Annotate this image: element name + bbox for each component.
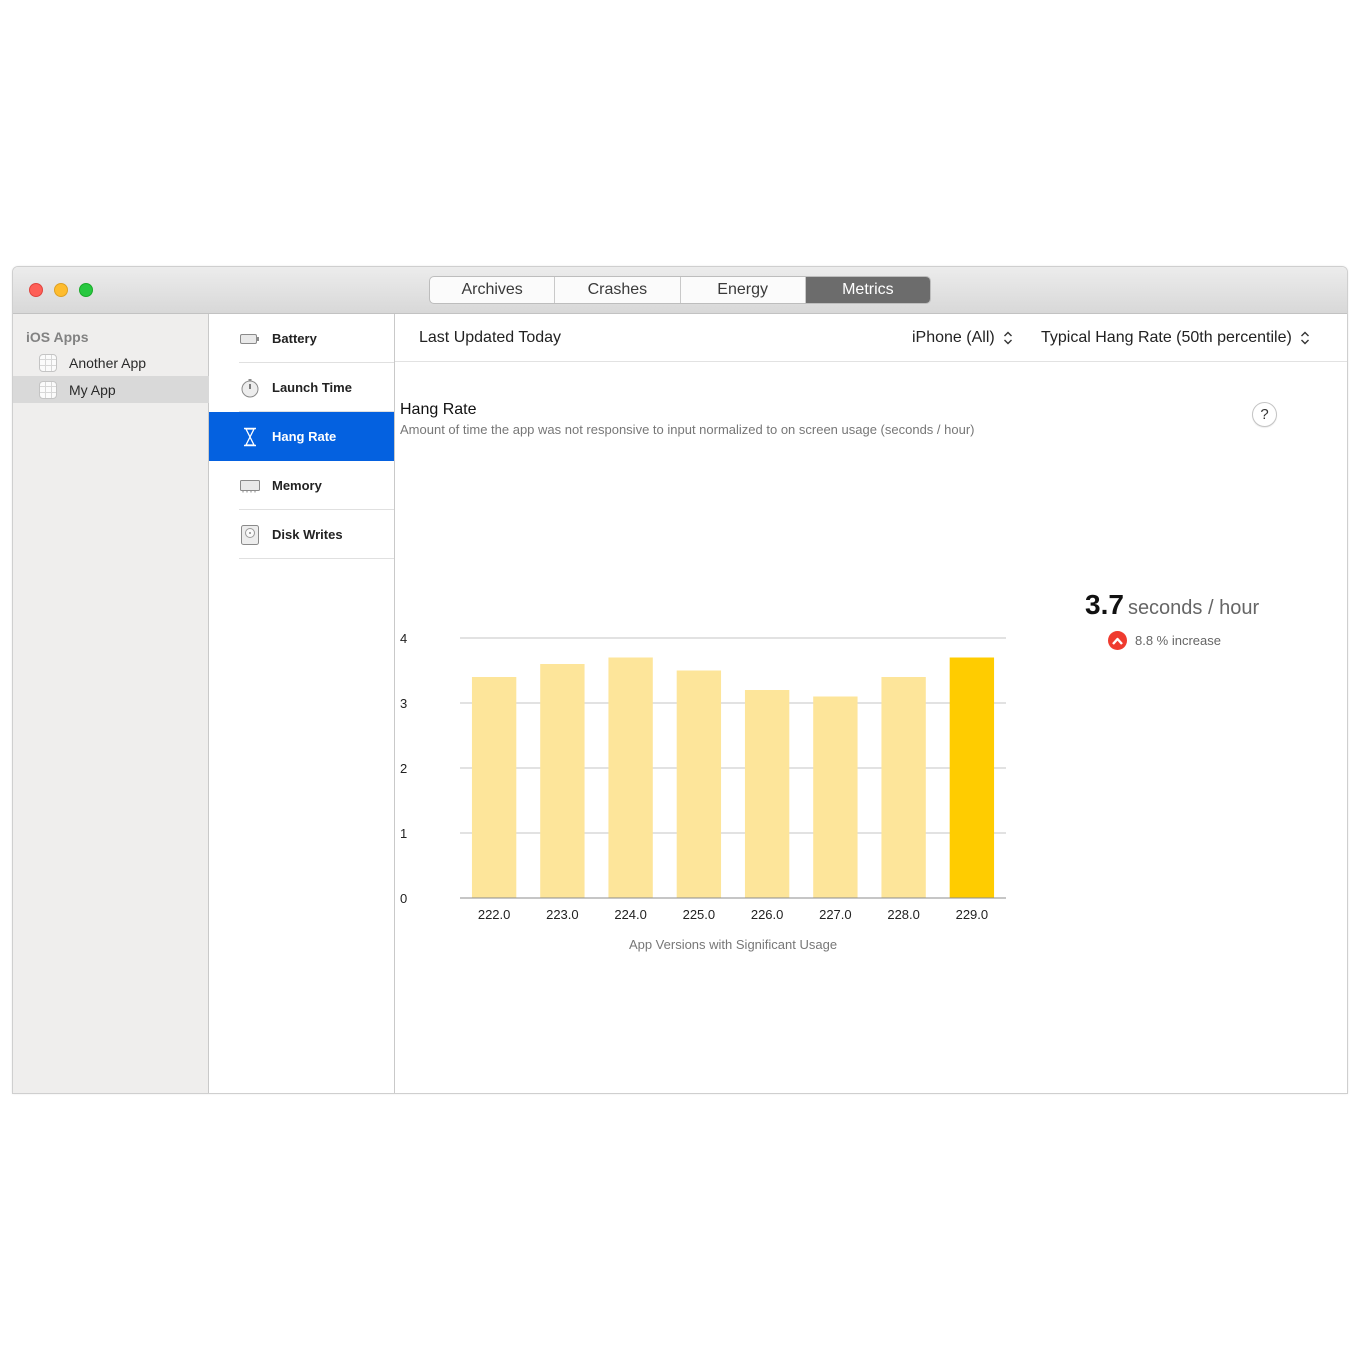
bar bbox=[744, 690, 790, 898]
summary-change: 8.8 % increase bbox=[1108, 631, 1221, 650]
metric-item-memory[interactable]: Memory bbox=[209, 461, 394, 510]
bar bbox=[881, 677, 926, 898]
summary-number: 3.7 bbox=[1085, 589, 1124, 620]
device-popup[interactable]: iPhone (All) bbox=[912, 329, 1013, 347]
tab-archives[interactable]: Archives bbox=[430, 277, 556, 303]
metric-detail-pane: Last Updated Today iPhone (All) Typical … bbox=[395, 314, 1347, 1093]
battery-icon bbox=[239, 328, 261, 350]
memory-chip-icon bbox=[239, 475, 261, 497]
metrics-list: Battery Launch Time Hang Rate Memory Dis… bbox=[209, 314, 395, 1093]
tab-crashes[interactable]: Crashes bbox=[555, 277, 681, 303]
sidebar-item-another-app[interactable]: Another App bbox=[13, 349, 209, 376]
sidebar-item-label: My App bbox=[69, 381, 116, 398]
app-grid-icon bbox=[39, 353, 57, 372]
tab-metrics[interactable]: Metrics bbox=[805, 277, 930, 303]
sidebar-item-label: Another App bbox=[69, 354, 147, 371]
metric-item-label: Disk Writes bbox=[272, 527, 343, 542]
metric-item-battery[interactable]: Battery bbox=[209, 314, 394, 363]
x-tick-label: 225.0 bbox=[683, 907, 716, 922]
hang-rate-bar-chart: 0 1 2 3 4 222.0 223.0 224.0 225.0 226.0 227.0 228.0… bbox=[400, 631, 1006, 952]
bar bbox=[471, 677, 517, 898]
bar bbox=[540, 664, 585, 898]
chevron-up-down-icon bbox=[1003, 331, 1012, 345]
stopwatch-icon bbox=[239, 377, 261, 399]
y-tick-label: 3 bbox=[400, 696, 407, 711]
x-axis-label: App Versions with Significant Usage bbox=[629, 937, 837, 952]
help-button[interactable]: ? bbox=[1252, 402, 1277, 427]
bar bbox=[813, 696, 858, 898]
detail-header: Last Updated Today iPhone (All) Typical … bbox=[395, 314, 1347, 362]
metric-item-hang-rate[interactable]: Hang Rate bbox=[209, 412, 394, 461]
zoom-window-button[interactable] bbox=[79, 283, 93, 297]
sidebar-heading: iOS Apps bbox=[26, 329, 89, 345]
bar bbox=[676, 670, 722, 898]
disk-icon bbox=[239, 524, 261, 546]
metric-item-label: Launch Time bbox=[272, 380, 352, 395]
y-tick-label: 2 bbox=[400, 761, 407, 776]
title-bar: Archives Crashes Energy Metrics bbox=[13, 267, 1347, 314]
y-tick-label: 0 bbox=[400, 891, 407, 906]
apps-sidebar: iOS Apps Another App My App bbox=[13, 314, 209, 1093]
metric-item-label: Memory bbox=[272, 478, 322, 493]
summary-change-text: 8.8 % increase bbox=[1135, 633, 1221, 648]
x-tick-label: 228.0 bbox=[887, 907, 920, 922]
metric-item-disk-writes[interactable]: Disk Writes bbox=[209, 510, 394, 559]
bar bbox=[949, 657, 995, 898]
chevron-up-down-icon bbox=[1300, 331, 1309, 345]
x-tick-label: 229.0 bbox=[956, 907, 989, 922]
minimize-window-button[interactable] bbox=[54, 283, 68, 297]
tab-energy[interactable]: Energy bbox=[681, 277, 806, 303]
metric-item-launch-time[interactable]: Launch Time bbox=[209, 363, 394, 412]
close-window-button[interactable] bbox=[29, 283, 43, 297]
y-tick-label: 1 bbox=[400, 826, 407, 841]
sidebar-item-my-app[interactable]: My App bbox=[13, 376, 209, 403]
organizer-window: Archives Crashes Energy Metrics iOS Apps… bbox=[12, 266, 1348, 1094]
percentile-popup[interactable]: Typical Hang Rate (50th percentile) bbox=[1041, 329, 1310, 347]
chart-section-subtitle: Amount of time the app was not responsiv… bbox=[400, 422, 975, 437]
section-tabs: Archives Crashes Energy Metrics bbox=[429, 276, 931, 304]
x-tick-label: 222.0 bbox=[478, 907, 511, 922]
summary-unit: seconds / hour bbox=[1127, 597, 1260, 619]
bar bbox=[608, 657, 653, 898]
last-updated-label: Last Updated Today bbox=[419, 329, 562, 346]
device-popup-label: iPhone (All) bbox=[912, 329, 995, 346]
percentile-popup-label: Typical Hang Rate (50th percentile) bbox=[1041, 329, 1292, 346]
hourglass-icon bbox=[239, 426, 261, 448]
chart-section-title: Hang Rate bbox=[400, 401, 477, 418]
increase-arrow-icon bbox=[1108, 631, 1127, 650]
metric-item-label: Battery bbox=[272, 331, 317, 346]
x-tick-label: 224.0 bbox=[614, 907, 647, 922]
x-tick-label: 227.0 bbox=[819, 907, 852, 922]
y-tick-label: 4 bbox=[400, 631, 407, 646]
metric-item-label: Hang Rate bbox=[272, 429, 337, 444]
app-grid-icon bbox=[39, 380, 57, 399]
summary-value: 3.7 seconds / hour bbox=[1085, 589, 1259, 621]
x-tick-label: 226.0 bbox=[751, 907, 784, 922]
x-tick-label: 223.0 bbox=[546, 907, 579, 922]
